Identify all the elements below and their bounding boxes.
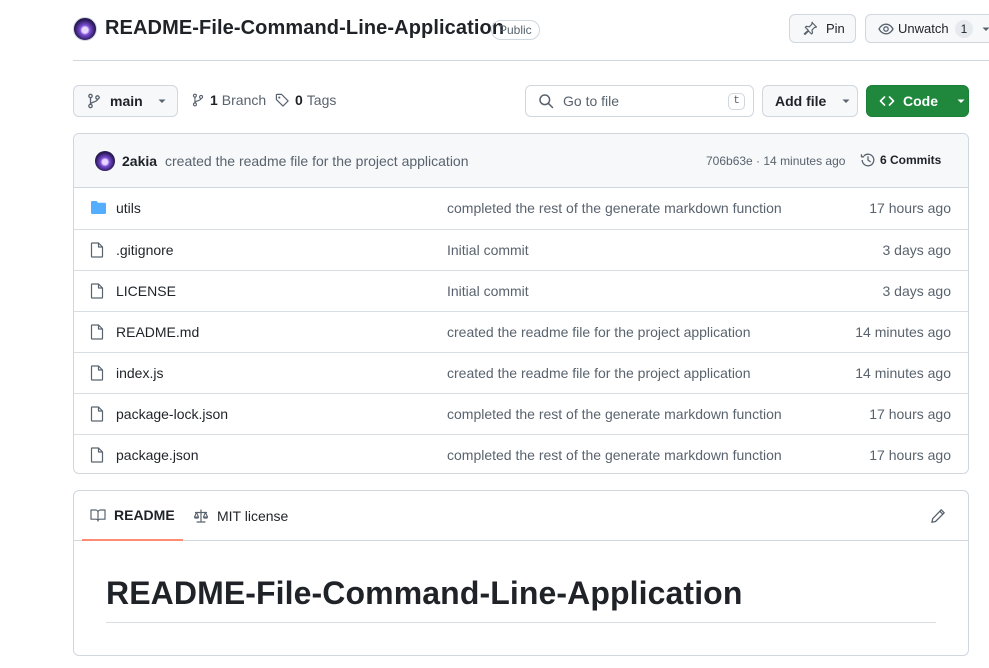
watch-count-badge: 1 — [954, 19, 974, 38]
pin-icon — [802, 21, 818, 37]
branch-name: main — [110, 93, 143, 109]
code-label: Code — [903, 93, 938, 109]
tab-license[interactable]: MIT license — [193, 491, 288, 541]
file-name-link[interactable]: package-lock.json — [116, 406, 228, 422]
file-commit-message[interactable]: completed the rest of the generate markd… — [447, 200, 782, 216]
tags-count: 0 — [295, 92, 303, 108]
file-name-link[interactable]: utils — [116, 200, 141, 216]
branch-selector-button[interactable]: main — [73, 85, 178, 117]
file-commit-time: 3 days ago — [882, 242, 952, 258]
unwatch-label: Unwatch — [898, 21, 949, 36]
pin-label: Pin — [826, 21, 845, 36]
file-icon — [90, 283, 104, 299]
caret-down-icon — [157, 96, 167, 106]
book-icon — [90, 507, 106, 523]
file-name-link[interactable]: index.js — [116, 365, 163, 381]
branches-count: 1 — [210, 92, 218, 108]
add-file-button[interactable]: Add file — [762, 85, 858, 117]
latest-commit-bar: 2akia created the readme file for the pr… — [74, 134, 968, 188]
file-commit-message[interactable]: completed the rest of the generate markd… — [447, 406, 782, 422]
history-icon — [860, 152, 876, 168]
branches-label: Branch — [221, 92, 267, 108]
file-icon — [90, 324, 104, 340]
file-browser: 2akia created the readme file for the pr… — [73, 133, 969, 474]
repo-name-link[interactable]: README-File-Command-Line-Application — [105, 17, 504, 40]
file-commit-time: 17 hours ago — [869, 447, 951, 463]
code-button[interactable]: Code — [866, 85, 969, 117]
readme-tabs: README MIT license — [74, 491, 968, 541]
pin-button[interactable]: Pin — [789, 14, 856, 43]
file-commit-time: 14 minutes ago — [855, 365, 951, 381]
pencil-icon[interactable] — [930, 508, 946, 524]
tab-license-label: MIT license — [217, 508, 289, 524]
file-row[interactable]: utils completed the rest of the generate… — [74, 188, 968, 229]
file-commit-time: 3 days ago — [882, 283, 952, 299]
readme-heading-divider — [106, 622, 936, 623]
file-name-link[interactable]: LICENSE — [116, 283, 176, 299]
file-commit-time: 17 hours ago — [869, 200, 951, 216]
file-row[interactable]: LICENSE Initial commit 3 days ago — [74, 270, 968, 311]
file-commit-message[interactable]: created the readme file for the project … — [447, 324, 751, 340]
law-icon — [193, 508, 209, 524]
readme-panel: README MIT license README-File-Command-L… — [73, 490, 969, 656]
commit-author-link[interactable]: 2akia — [122, 153, 157, 169]
tag-icon — [275, 92, 290, 108]
tab-readme-label: README — [114, 507, 175, 523]
commits-history-link[interactable]: 6 Commits — [860, 152, 941, 168]
file-row[interactable]: .gitignore Initial commit 3 days ago — [74, 229, 968, 270]
go-to-file-input[interactable]: Go to file t — [525, 85, 754, 117]
git-branch-icon — [86, 93, 102, 109]
file-commit-message[interactable]: completed the rest of the generate markd… — [447, 447, 782, 463]
chevron-down-icon — [981, 24, 989, 34]
file-commit-message[interactable]: Initial commit — [447, 283, 529, 299]
file-commit-message[interactable]: Initial commit — [447, 242, 529, 258]
file-commit-time: 17 hours ago — [869, 406, 951, 422]
git-branch-icon — [191, 92, 205, 108]
folder-icon — [90, 200, 107, 215]
file-row[interactable]: index.js created the readme file for the… — [74, 352, 968, 393]
commit-sha-time[interactable]: 706b63e · 14 minutes ago — [706, 154, 845, 168]
file-name-link[interactable]: package.json — [116, 447, 199, 463]
file-icon — [90, 447, 104, 463]
commit-message-link[interactable]: created the readme file for the project … — [165, 153, 469, 169]
unwatch-button[interactable]: Unwatch 1 — [865, 14, 989, 43]
file-row[interactable]: package-lock.json completed the rest of … — [74, 393, 968, 434]
commits-count-label: 6 Commits — [880, 153, 942, 167]
file-icon — [90, 406, 104, 422]
caret-down-icon — [841, 96, 851, 106]
file-name-link[interactable]: .gitignore — [116, 242, 174, 258]
readme-heading: README-File-Command-Line-Application — [106, 575, 743, 611]
tab-readme[interactable]: README — [82, 491, 183, 541]
caret-down-icon — [956, 96, 966, 106]
file-name-link[interactable]: README.md — [116, 324, 199, 340]
file-commit-message[interactable]: created the readme file for the project … — [447, 365, 751, 381]
header-divider — [73, 60, 989, 61]
avatar[interactable] — [95, 151, 115, 171]
visibility-badge: Public — [491, 20, 540, 40]
branches-link[interactable]: 1 Branch — [191, 92, 266, 108]
search-placeholder: Go to file — [563, 93, 620, 109]
file-commit-time: 14 minutes ago — [855, 324, 951, 340]
file-icon — [90, 242, 104, 258]
add-file-label: Add file — [775, 93, 827, 109]
tags-link[interactable]: 0 Tags — [275, 92, 336, 108]
tags-label: Tags — [306, 92, 337, 108]
code-icon — [879, 93, 895, 109]
search-icon — [538, 93, 554, 109]
repo-owner-avatar[interactable] — [73, 17, 97, 41]
eye-icon — [878, 21, 894, 37]
file-row[interactable]: README.md created the readme file for th… — [74, 311, 968, 352]
file-row[interactable]: package.json completed the rest of the g… — [74, 434, 968, 473]
file-icon — [90, 365, 104, 381]
shortcut-key-hint: t — [728, 93, 745, 110]
